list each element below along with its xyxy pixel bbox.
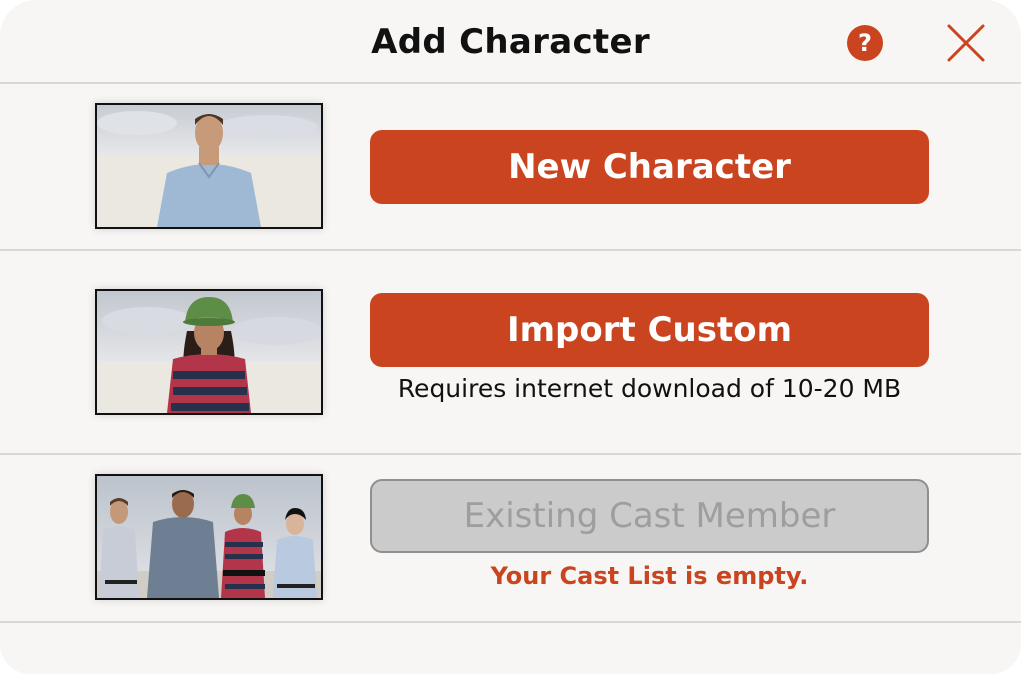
dialog-header: Add Character ?: [0, 0, 1021, 84]
female-avatar-image: [97, 291, 321, 413]
existing-cast-member-button: Existing Cast Member: [370, 479, 929, 553]
empty-cast-warning: Your Cast List is empty.: [490, 562, 809, 590]
import-custom-thumbnail: [95, 289, 323, 415]
close-button[interactable]: [946, 23, 986, 63]
row-divider: [0, 453, 1021, 455]
close-x-icon: [947, 24, 985, 62]
question-circle-icon: ?: [858, 29, 872, 57]
download-size-note: Requires internet download of 10-20 MB: [397, 374, 902, 403]
new-character-button[interactable]: New Character: [370, 130, 929, 204]
male-avatar-image: [97, 105, 321, 227]
row-divider: [0, 249, 1021, 251]
help-button[interactable]: ?: [847, 25, 883, 61]
import-custom-button[interactable]: Import Custom: [370, 293, 929, 367]
cast-group-image: [97, 476, 321, 598]
row-divider: [0, 621, 1021, 623]
add-character-dialog: Add Character ? New Character Import Cus…: [0, 0, 1021, 674]
existing-cast-thumbnail: [95, 474, 323, 600]
new-character-thumbnail: [95, 103, 323, 229]
